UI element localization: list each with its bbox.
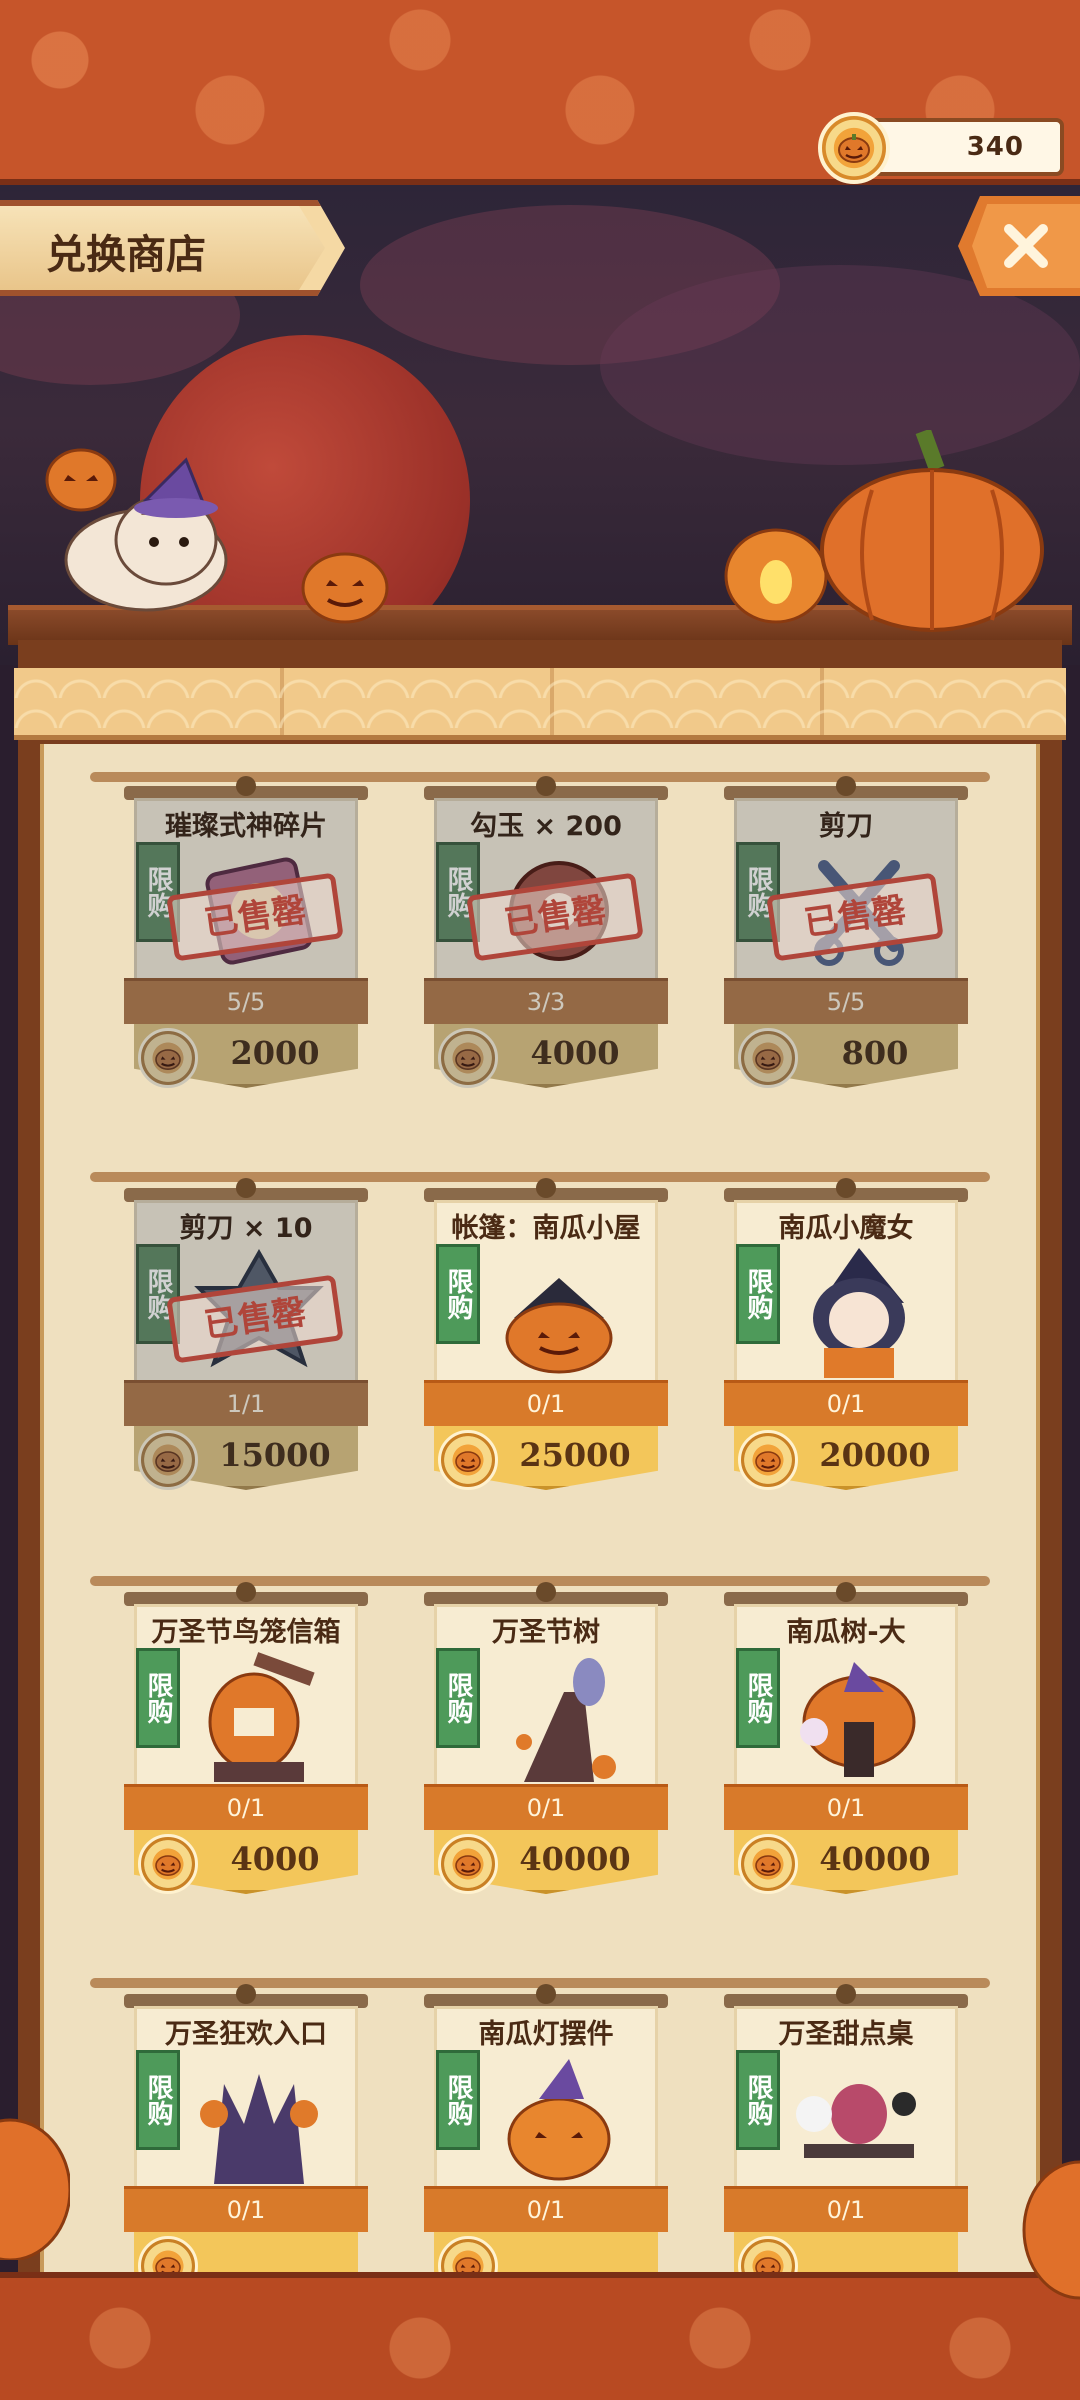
pumpkin-coin-icon xyxy=(738,1834,798,1894)
item-price: 4000 xyxy=(230,1840,320,1878)
shop-item-card[interactable]: 剪刀 × 10 限购 1/1 15000 已售罄 xyxy=(124,1178,368,1490)
limit-tag: 限购 xyxy=(436,1244,480,1344)
item-price: 800 xyxy=(841,1034,909,1072)
shop-item-card[interactable]: 璀璨式神碎片 限购 5/5 2000 已售罄 xyxy=(124,776,368,1088)
card-hook xyxy=(536,1582,556,1602)
card-hook xyxy=(536,1178,556,1198)
cat-witch-decoration xyxy=(45,448,228,612)
item-name: 剪刀 xyxy=(819,811,873,842)
limit-tag: 限购 xyxy=(736,1648,780,1748)
stock-count: 1/1 xyxy=(124,1380,368,1426)
stock-count: 0/1 xyxy=(724,1380,968,1426)
shop-item-card[interactable]: 剪刀 限购 5/5 800 已售罄 xyxy=(724,776,968,1088)
item-name: 南瓜灯摆件 xyxy=(478,2019,614,2050)
limit-tag: 限购 xyxy=(736,2050,780,2150)
card-hook xyxy=(836,776,856,796)
shop-item-card[interactable]: 万圣节鸟笼信箱 限购 0/1 4000 xyxy=(124,1582,368,1894)
close-button[interactable] xyxy=(958,196,1080,296)
pumpkin-coin-icon xyxy=(738,1430,798,1490)
pumpkin-coin-icon xyxy=(138,1028,198,1088)
item-name: 南瓜树-大 xyxy=(786,1617,906,1648)
item-price: 4000 xyxy=(530,1034,620,1072)
pumpkin-tree-icon xyxy=(784,1652,934,1782)
card-hook xyxy=(236,1582,256,1602)
item-name: 勾玉 × 200 xyxy=(470,811,622,842)
stock-count: 0/1 xyxy=(724,1784,968,1830)
shop-item-card[interactable]: 勾玉 × 200 限购 3/3 4000 已售罄 xyxy=(424,776,668,1088)
corner-pumpkin-left xyxy=(0,2118,70,2260)
item-name: 万圣甜点桌 xyxy=(778,2019,914,2050)
awning xyxy=(14,668,1066,740)
limit-tag: 限购 xyxy=(436,2050,480,2150)
pumpkin-coin-icon xyxy=(738,1028,798,1088)
stock-count: 0/1 xyxy=(424,2186,668,2232)
shop-item-card[interactable]: 万圣节树 限购 0/1 40000 xyxy=(424,1582,668,1894)
item-name: 南瓜小魔女 xyxy=(778,1213,914,1244)
shop-item-card[interactable]: 万圣狂欢入口 限购 0/1 xyxy=(124,1984,368,2296)
item-price: 25000 xyxy=(519,1436,631,1474)
item-name: 剪刀 × 10 xyxy=(179,1213,313,1244)
card-hook xyxy=(536,776,556,796)
currency-display[interactable]: 340 xyxy=(818,112,1064,184)
card-hook xyxy=(836,1582,856,1602)
item-price: 40000 xyxy=(819,1840,931,1878)
stock-count: 0/1 xyxy=(124,2186,368,2232)
card-hook xyxy=(236,1178,256,1198)
limit-tag: 限购 xyxy=(136,1648,180,1748)
birdcage-mailbox-icon xyxy=(184,1652,334,1782)
shop-item-card[interactable]: 南瓜小魔女 限购 0/1 20000 xyxy=(724,1178,968,1490)
stock-count: 0/1 xyxy=(124,1784,368,1830)
item-name: 璀璨式神碎片 xyxy=(165,811,327,842)
page-title: 兑换商店 xyxy=(46,232,206,278)
pumpkin-coin-icon xyxy=(438,1430,498,1490)
limit-tag: 限购 xyxy=(736,1244,780,1344)
small-pumpkin-decoration xyxy=(301,552,389,624)
jack-o-lantern-icon xyxy=(484,2054,634,2184)
pumpkin-witch-icon xyxy=(784,1248,934,1378)
carnival-gate-icon xyxy=(184,2054,334,2184)
shop-item-card[interactable]: 南瓜灯摆件 限购 0/1 xyxy=(424,1984,668,2296)
card-hook xyxy=(236,776,256,796)
big-pumpkin-decoration xyxy=(820,430,1044,632)
currency-value: 340 xyxy=(966,132,1024,162)
pumpkin-coin-icon xyxy=(438,1028,498,1088)
stock-count: 5/5 xyxy=(724,978,968,1024)
item-price: 40000 xyxy=(519,1840,631,1878)
limit-tag: 限购 xyxy=(436,1648,480,1748)
item-name: 万圣节树 xyxy=(492,1617,600,1648)
halloween-tree-icon xyxy=(484,1652,634,1782)
item-price: 2000 xyxy=(230,1034,320,1072)
pumpkin-coin-icon xyxy=(818,112,890,184)
card-hook xyxy=(836,1178,856,1198)
pumpkin-coin-icon xyxy=(438,1834,498,1894)
stock-count: 0/1 xyxy=(424,1784,668,1830)
stock-count: 3/3 xyxy=(424,978,668,1024)
item-name: 万圣节鸟笼信箱 xyxy=(151,1617,341,1648)
card-hook xyxy=(536,1984,556,2004)
card-hook xyxy=(836,1984,856,2004)
item-price: 20000 xyxy=(819,1436,931,1474)
card-hook xyxy=(236,1984,256,2004)
pumpkin-house-icon xyxy=(484,1248,634,1378)
shop-item-card[interactable]: 帐篷：南瓜小屋 限购 0/1 25000 xyxy=(424,1178,668,1490)
item-name: 帐篷：南瓜小屋 xyxy=(451,1213,641,1244)
item-price: 15000 xyxy=(219,1436,331,1474)
pumpkin-coin-icon xyxy=(138,1834,198,1894)
item-name: 万圣狂欢入口 xyxy=(165,2019,327,2050)
close-icon xyxy=(1004,224,1048,268)
shop-item-card[interactable]: 万圣甜点桌 限购 0/1 xyxy=(724,1984,968,2296)
stock-count: 5/5 xyxy=(124,978,368,1024)
bottom-bar xyxy=(0,2272,1080,2400)
dessert-table-icon xyxy=(784,2054,934,2184)
corner-pumpkin-right xyxy=(1022,2160,1080,2300)
limit-tag: 限购 xyxy=(136,2050,180,2150)
stock-count: 0/1 xyxy=(724,2186,968,2232)
stock-count: 0/1 xyxy=(424,1380,668,1426)
pumpkin-coin-icon xyxy=(138,1430,198,1490)
shop-item-card[interactable]: 南瓜树-大 限购 0/1 40000 xyxy=(724,1582,968,1894)
